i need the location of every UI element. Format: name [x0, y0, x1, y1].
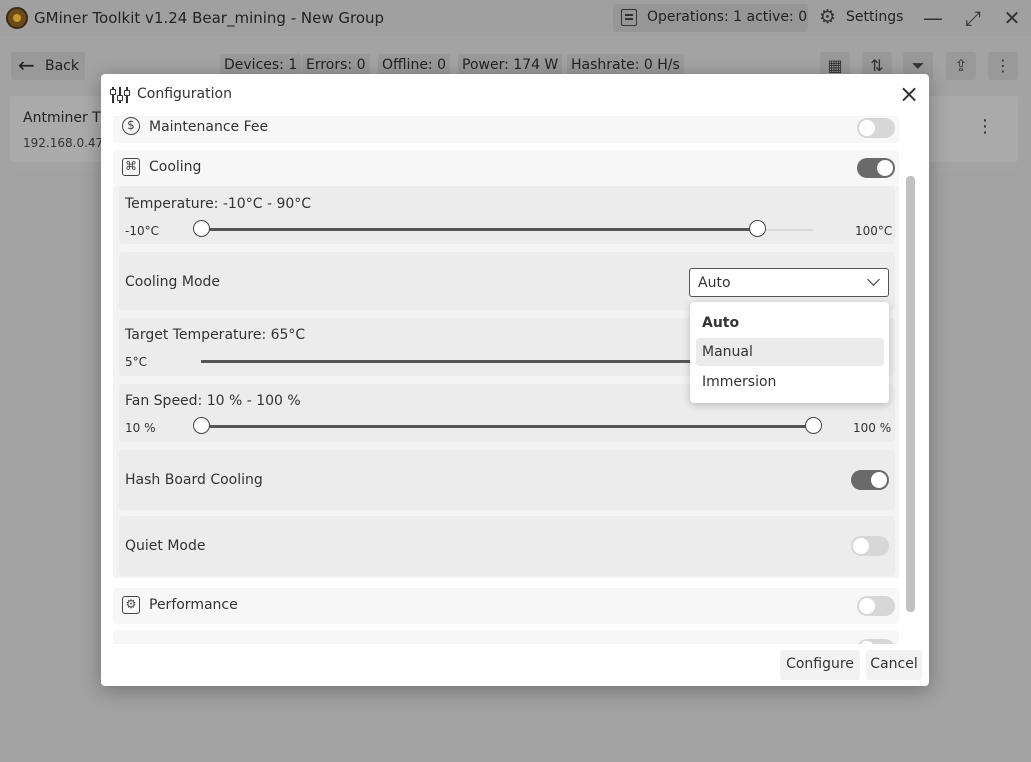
configure-button[interactable]: Configure	[780, 650, 860, 680]
maintenance-fee-toggle[interactable]	[857, 118, 895, 138]
dialog-scrollbar[interactable]	[904, 116, 916, 646]
more-vertical-icon[interactable]: ⋮	[988, 52, 1018, 80]
performance-toggle[interactable]	[857, 596, 895, 616]
sliders-icon: ⚙	[122, 596, 140, 614]
temperature-range-fill	[201, 228, 758, 231]
dropdown-option-immersion[interactable]: Immersion	[696, 368, 884, 396]
quiet-mode-label: Quiet Mode	[125, 538, 206, 554]
fan-speed-min-thumb[interactable]	[192, 417, 210, 434]
temperature-label: Temperature: -10°C - 90°C	[125, 196, 312, 212]
scrollbar-thumb[interactable]	[906, 176, 915, 612]
maximize-button[interactable]: ⤢	[959, 4, 987, 32]
chevron-down-icon	[867, 273, 880, 286]
arrow-left-icon: ←	[18, 53, 35, 77]
back-label: Back	[45, 58, 79, 74]
cooling-mode-dropdown: Auto Manual Immersion	[690, 302, 889, 403]
fan-speed-range-fill	[201, 425, 813, 428]
configuration-dialog: Configuration × $ Maintenance Fee ⌘ Cool…	[101, 74, 929, 686]
dollar-icon: $	[122, 117, 140, 135]
section-label: Maintenance Fee	[149, 119, 269, 135]
settings-button[interactable]: ⚙ Settings	[815, 4, 915, 32]
temperature-max-thumb[interactable]	[748, 220, 766, 237]
settings-label: Settings	[846, 9, 904, 25]
target-temperature-label: Target Temperature: 65°C	[125, 327, 306, 343]
section-performance[interactable]: ⚙ Performance	[113, 588, 899, 624]
fan-speed-max-label: 100 %	[853, 421, 892, 435]
gear-icon: ⚙	[819, 6, 837, 28]
dialog-title: Configuration	[137, 86, 232, 102]
sliders-icon	[110, 87, 130, 103]
dialog-header: Configuration ×	[101, 74, 929, 114]
dropdown-option-manual[interactable]: Manual	[696, 338, 884, 366]
fan-speed-min-label: 10 %	[125, 421, 156, 435]
app-logo-icon	[6, 7, 28, 29]
device-ip: 192.168.0.47 (	[23, 136, 112, 150]
quiet-mode-toggle[interactable]	[851, 536, 889, 556]
app-title: GMiner Toolkit v1.24 Bear_mining - New G…	[34, 9, 385, 27]
dropdown-option-auto[interactable]: Auto	[696, 309, 884, 337]
temperature-min-thumb[interactable]	[192, 220, 210, 237]
target-temperature-track[interactable]	[201, 360, 701, 363]
hash-board-cooling-panel: Hash Board Cooling	[119, 450, 895, 510]
fan-speed-label: Fan Speed: 10 % - 100 %	[125, 393, 301, 409]
cooling-mode-label: Cooling Mode	[125, 274, 221, 290]
back-button[interactable]: ← Back	[11, 52, 85, 80]
command-icon: ⌘	[122, 158, 140, 176]
cancel-button[interactable]: Cancel	[866, 650, 922, 680]
title-bar: GMiner Toolkit v1.24 Bear_mining - New G…	[0, 0, 1031, 36]
temperature-min-label: -10°C	[125, 224, 159, 238]
hash-board-cooling-label: Hash Board Cooling	[125, 472, 263, 488]
close-dialog-button[interactable]: ×	[896, 82, 922, 108]
cooling-toggle[interactable]	[857, 158, 895, 178]
device-name: Antminer T2	[23, 110, 110, 126]
temperature-panel: Temperature: -10°C - 90°C -10°C 100°C	[119, 186, 895, 244]
close-window-button[interactable]: ✕	[998, 4, 1026, 32]
quiet-mode-panel: Quiet Mode	[119, 516, 895, 576]
hash-board-cooling-toggle[interactable]	[851, 470, 889, 490]
operations-button[interactable]: Operations: 1 active: 0	[613, 4, 808, 32]
section-maintenance-fee[interactable]: $ Maintenance Fee	[113, 116, 899, 143]
section-cooling[interactable]: ⌘ Cooling	[113, 150, 899, 186]
cooling-mode-select[interactable]: Auto	[689, 268, 889, 297]
cooling-mode-value: Auto	[698, 275, 731, 291]
partial-section-toggle[interactable]	[857, 639, 895, 644]
minimize-button[interactable]: —	[919, 4, 947, 32]
section-label: Performance	[149, 597, 238, 613]
export-icon[interactable]: ⇪	[946, 52, 976, 80]
list-icon	[621, 9, 637, 26]
section-label: Cooling	[149, 159, 202, 175]
fan-speed-max-thumb[interactable]	[804, 417, 822, 434]
section-partial	[113, 630, 899, 644]
operations-label: Operations: 1 active: 0	[647, 9, 808, 25]
dialog-footer: Configure Cancel	[101, 646, 929, 686]
target-temperature-min-label: 5°C	[125, 355, 148, 369]
device-more-icon[interactable]: ⋮	[976, 116, 994, 137]
temperature-max-label: 100°C	[855, 224, 893, 238]
